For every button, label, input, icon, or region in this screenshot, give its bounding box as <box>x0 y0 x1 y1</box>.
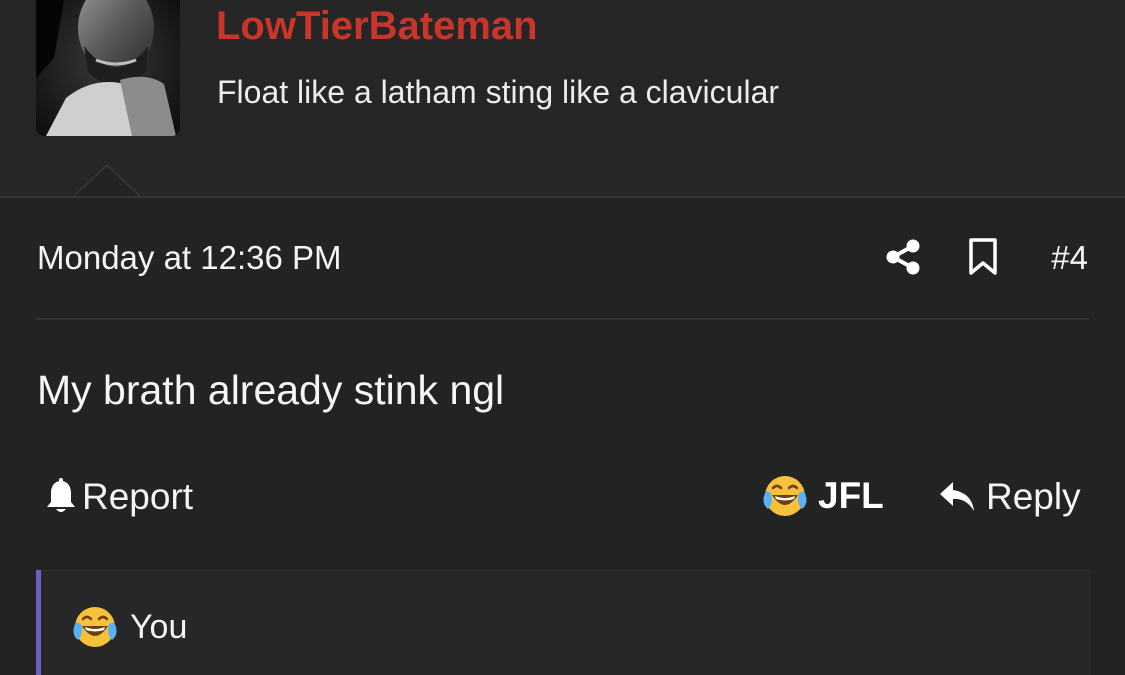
reply-label: Reply <box>986 476 1081 517</box>
reply-arrow-icon <box>940 482 974 511</box>
reactions-summary-label: You <box>130 608 188 646</box>
bookmark-icon[interactable] <box>966 237 1000 277</box>
bell-icon <box>47 478 75 512</box>
user-avatar[interactable] <box>36 0 180 136</box>
forum-post-page: LowTierBateman Float like a latham sting… <box>0 0 1125 675</box>
reactions-bar-accent <box>36 570 41 675</box>
meta-divider <box>36 318 1089 320</box>
report-label: Report <box>82 476 194 517</box>
post-date[interactable]: Monday at 12:36 PM <box>37 238 342 278</box>
header-divider <box>0 196 1125 198</box>
username[interactable]: LowTierBateman <box>216 2 538 50</box>
post-user-header: LowTierBateman Float like a latham sting… <box>0 0 1125 199</box>
user-title: Float like a latham sting like a clavicu… <box>217 74 780 110</box>
post-number-link[interactable]: #4 <box>1020 238 1088 278</box>
reactions-summary-bar <box>36 570 1090 675</box>
reactions-summary-link[interactable]: You <box>72 604 187 650</box>
crying-laughing-emoji-icon <box>763 476 807 516</box>
report-button[interactable]: Report <box>44 476 193 518</box>
share-icon[interactable] <box>884 238 922 276</box>
avatar-photo <box>36 0 180 136</box>
header-pointer <box>72 163 142 199</box>
crying-laughing-emoji-icon <box>73 607 117 647</box>
post-body-text: My brath already stink ngl <box>37 367 505 413</box>
reaction-button[interactable]: JFL <box>762 472 884 520</box>
reaction-label: JFL <box>818 475 884 516</box>
reply-button[interactable]: Reply <box>938 476 1081 518</box>
